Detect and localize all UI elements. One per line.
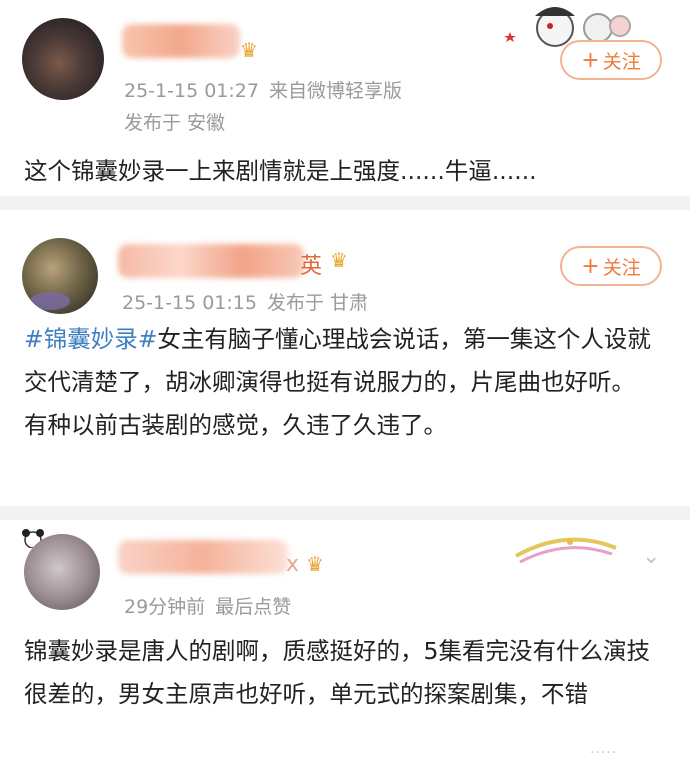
post-content: #锦囊妙录#女主有脑子懂心理战会说话，第一集这个人设就交代清楚了，胡冰卿演得也挺… (24, 325, 651, 439)
follow-button[interactable]: + 关注 (560, 246, 662, 286)
chevron-down-icon[interactable]: ⌄ (642, 544, 660, 569)
crown-icon: ♛ (330, 248, 348, 272)
post-meta: 25-1-15 01:27 来自微博轻享版 (124, 76, 412, 103)
username-suffix[interactable]: 英 (300, 248, 322, 280)
post-source[interactable]: 来自微博轻享版 (269, 80, 402, 102)
topic-link[interactable]: #锦囊妙录# (24, 325, 157, 353)
crown-icon: ♛ (240, 38, 258, 62)
username-blurred[interactable] (122, 24, 240, 58)
post-1: ♛ 25-1-15 01:27 来自微博轻享版 发布于 安徽 + 关注 这个锦囊妙录… (0, 0, 690, 196)
post-location: 发布于 甘肃 (266, 292, 368, 314)
avatar[interactable] (24, 534, 100, 610)
post-time: 25-1-15 01:27 (124, 80, 259, 102)
post-time: 25-1-15 01:15 (122, 292, 257, 314)
crown-icon: ♛ (306, 552, 324, 576)
avatar[interactable] (22, 18, 104, 100)
watermark: ····· (590, 745, 618, 761)
plus-icon: + (581, 253, 600, 279)
plus-icon: + (581, 47, 600, 73)
decorative-badge (515, 537, 617, 564)
divider (0, 506, 690, 520)
post-note: 最后点赞 (215, 596, 292, 618)
username-blurred[interactable] (118, 244, 304, 278)
divider (0, 196, 690, 210)
username-suffix[interactable]: x (286, 552, 299, 577)
post-time: 29分钟前 (124, 596, 206, 618)
username-blurred[interactable] (118, 540, 288, 574)
post-meta: 29分钟前 最后点赞 (124, 592, 301, 619)
post-location: 发布于 安徽 (124, 112, 226, 134)
follow-button[interactable]: + 关注 (560, 40, 662, 80)
avatar[interactable] (22, 238, 98, 314)
post-meta: 25-1-15 01:15 发布于 甘肃 (122, 288, 378, 315)
post-content: 这个锦囊妙录一上来剧情就是上强度......牛逼...... (24, 157, 537, 185)
post-content: 锦囊妙录是唐人的剧啊，质感挺好的，5集看完没有什么演技很差的，男女主原声也好听，… (24, 637, 650, 708)
